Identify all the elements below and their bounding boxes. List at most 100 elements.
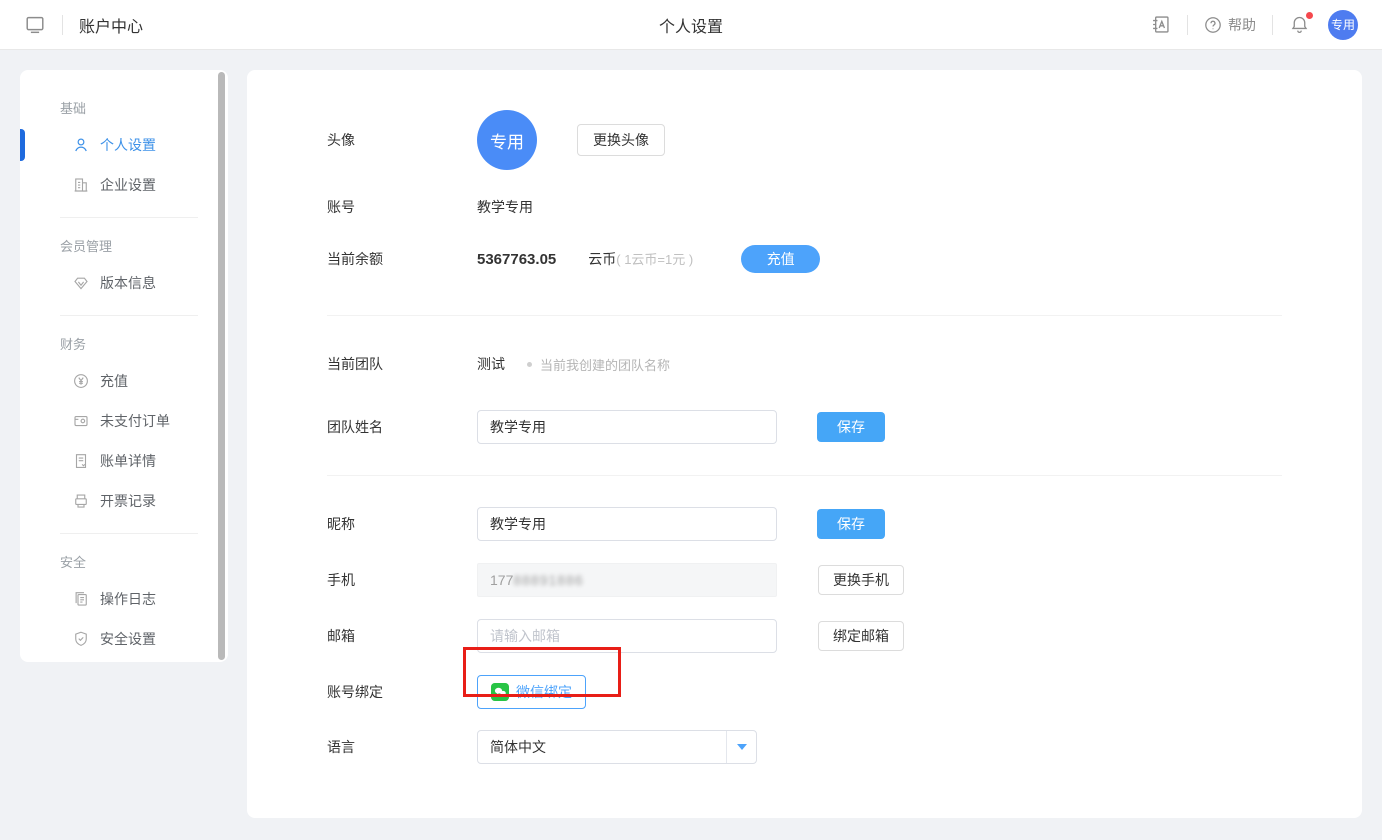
- sidebar-section-security: 安全: [20, 538, 228, 579]
- sidebar-item-enterprise-settings[interactable]: 企业设置: [20, 165, 228, 205]
- save-team-name-button[interactable]: 保存: [817, 412, 885, 442]
- team-value: 测试: [477, 354, 505, 374]
- binding-label: 账号绑定: [327, 682, 477, 702]
- top-header: 账户中心 个人设置 帮助: [0, 0, 1382, 50]
- sidebar-item-unpaid-orders[interactable]: 未支付订单: [20, 401, 228, 441]
- sidebar-item-version-info[interactable]: 版本信息: [20, 263, 228, 303]
- account-binding-row: 账号绑定 微信绑定: [327, 672, 1282, 712]
- balance-label: 当前余额: [327, 249, 477, 269]
- sidebar-item-security-settings[interactable]: 安全设置: [20, 619, 228, 659]
- bind-email-button[interactable]: 绑定邮箱: [818, 621, 904, 651]
- user-icon: [72, 136, 90, 154]
- sidebar-divider: [60, 315, 198, 316]
- help-button[interactable]: 帮助: [1204, 15, 1256, 35]
- gem-icon: [72, 274, 90, 292]
- invoice-icon: [72, 492, 90, 510]
- language-selected-value: 简体中文: [478, 737, 726, 757]
- wechat-icon: [491, 683, 509, 701]
- language-select[interactable]: 简体中文: [477, 730, 757, 764]
- personal-settings-panel: 头像 专用 更换头像 账号 教学专用 当前余额 5367763.05 云币( 1…: [247, 70, 1362, 818]
- header-divider: [1187, 15, 1188, 35]
- account-value: 教学专用: [477, 197, 533, 217]
- team-hint: 当前我创建的团队名称: [527, 355, 670, 374]
- sidebar-item-label: 账单详情: [100, 451, 156, 471]
- help-label: 帮助: [1228, 15, 1256, 35]
- sidebar-item-recharge[interactable]: 充值: [20, 361, 228, 401]
- app-title: 账户中心: [79, 13, 143, 37]
- nickname-input[interactable]: [477, 507, 777, 541]
- sidebar-item-label: 开票记录: [100, 491, 156, 511]
- question-circle-icon: [1204, 16, 1222, 34]
- balance-value: 5367763.05: [477, 251, 556, 268]
- select-arrow-zone[interactable]: [726, 731, 756, 763]
- account-label: 账号: [327, 197, 477, 217]
- sidebar-item-operation-log[interactable]: 操作日志: [20, 579, 228, 619]
- team-label: 当前团队: [327, 354, 477, 374]
- email-row: 邮箱 绑定邮箱: [327, 616, 1282, 656]
- language-label: 语言: [327, 737, 477, 757]
- bill-icon: [72, 452, 90, 470]
- sidebar-item-personal-settings[interactable]: 个人设置: [20, 125, 228, 165]
- section-divider: [327, 475, 1282, 476]
- notifications-bell-icon[interactable]: [1289, 14, 1310, 35]
- team-name-input[interactable]: [477, 410, 777, 444]
- nickname-row: 昵称 保存: [327, 504, 1282, 544]
- log-icon: [72, 590, 90, 608]
- sidebar-item-label: 个人设置: [100, 135, 156, 155]
- nickname-label: 昵称: [327, 514, 477, 534]
- change-avatar-button[interactable]: 更换头像: [577, 124, 665, 156]
- sidebar-section-basic: 基础: [20, 84, 228, 125]
- phone-prefix: 177: [490, 572, 513, 588]
- current-team-row: 当前团队 测试 当前我创建的团队名称: [327, 344, 1282, 384]
- sidebar-item-invoice-records[interactable]: 开票记录: [20, 481, 228, 521]
- save-nickname-button[interactable]: 保存: [817, 509, 885, 539]
- balance-unit: 云币( 1云币=1元 ): [588, 249, 693, 269]
- phone-masked-digits: 88891886: [513, 572, 583, 588]
- balance-note: ( 1云币=1元 ): [616, 252, 693, 267]
- email-input[interactable]: [477, 619, 777, 653]
- avatar-label: 头像: [327, 130, 477, 150]
- avatar-row: 头像 专用 更换头像: [327, 110, 1282, 170]
- phone-row: 手机 177 88891886 更换手机: [327, 560, 1282, 600]
- chevron-down-icon: [737, 744, 747, 750]
- header-divider: [1272, 15, 1273, 35]
- page-title: 个人设置: [659, 13, 723, 37]
- wallet-icon: [72, 412, 90, 430]
- sidebar-section-finance: 财务: [20, 320, 228, 361]
- translate-icon[interactable]: [1150, 14, 1171, 35]
- account-row: 账号 教学专用: [327, 187, 1282, 227]
- sidebar-divider: [60, 217, 198, 218]
- shield-check-icon: [72, 630, 90, 648]
- team-name-label: 团队姓名: [327, 417, 477, 437]
- header-divider: [62, 15, 63, 35]
- change-phone-button[interactable]: 更换手机: [818, 565, 904, 595]
- hint-dot: [527, 362, 532, 367]
- workspace-monitor-icon[interactable]: [24, 14, 46, 36]
- wechat-bind-button[interactable]: 微信绑定: [477, 675, 586, 709]
- team-name-row: 团队姓名 保存: [327, 407, 1282, 447]
- header-user-avatar[interactable]: 专用: [1328, 10, 1358, 40]
- settings-sidebar: 基础 个人设置 企业设置 会员管理 版本信息 财务: [20, 70, 228, 662]
- sidebar-item-label: 企业设置: [100, 175, 156, 195]
- section-divider: [327, 315, 1282, 316]
- language-row: 语言 简体中文: [327, 727, 1282, 767]
- email-label: 邮箱: [327, 626, 477, 646]
- building-icon: [72, 176, 90, 194]
- phone-label: 手机: [327, 570, 477, 590]
- sidebar-item-label: 版本信息: [100, 273, 156, 293]
- sidebar-divider: [60, 533, 198, 534]
- balance-row: 当前余额 5367763.05 云币( 1云币=1元 ) 充值: [327, 239, 1282, 279]
- recharge-button[interactable]: 充值: [741, 245, 820, 273]
- profile-avatar: 专用: [477, 110, 537, 170]
- sidebar-item-bill-details[interactable]: 账单详情: [20, 441, 228, 481]
- sidebar-item-label: 充值: [100, 371, 128, 391]
- sidebar-item-label: 未支付订单: [100, 411, 170, 431]
- wechat-bind-label: 微信绑定: [516, 682, 572, 702]
- notification-dot: [1305, 11, 1314, 20]
- sidebar-item-label: 操作日志: [100, 589, 156, 609]
- sidebar-item-label: 安全设置: [100, 629, 156, 649]
- active-indicator: [20, 129, 25, 161]
- phone-field-disabled: 177 88891886: [477, 563, 777, 597]
- yen-circle-icon: [72, 372, 90, 390]
- sidebar-scrollbar[interactable]: [218, 72, 225, 660]
